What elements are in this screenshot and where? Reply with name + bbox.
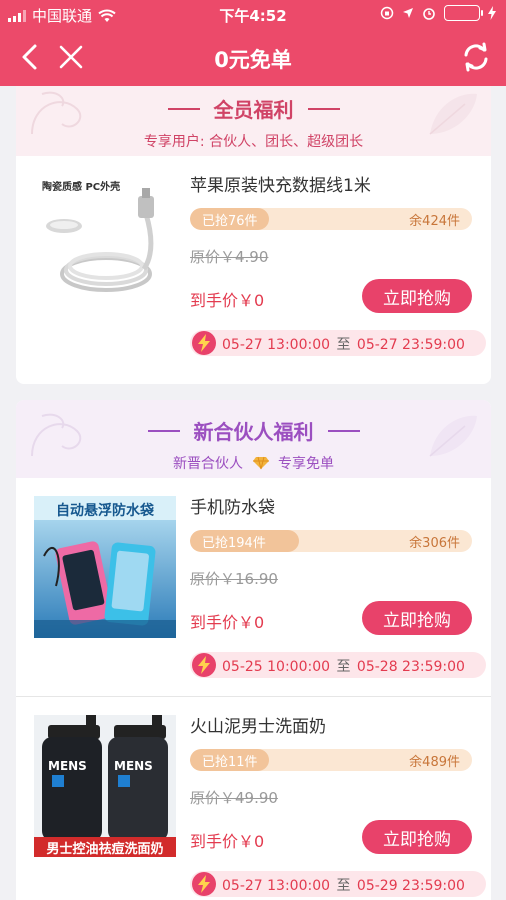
buy-now-button[interactable]: 立即抢购 xyxy=(362,279,472,313)
section-header: 新合伙人福利 新晋合伙人 专享免单 xyxy=(16,400,491,478)
section-card-new-partner: 新合伙人福利 新晋合伙人 专享免单 自动悬浮防水袋 手机防水袋 已抢194件 余… xyxy=(16,400,491,900)
battery-icon xyxy=(444,5,483,21)
decorative-swirl-icon xyxy=(31,91,82,135)
sold-count: 已抢194件 xyxy=(202,536,266,551)
section-card-all-members: 全员福利 专享用户: 合伙人、团长、超级团长 陶瓷质感 PC外壳 苹果原装快充数… xyxy=(16,86,491,384)
charging-icon xyxy=(488,6,496,20)
buy-now-button[interactable]: 立即抢购 xyxy=(362,820,472,854)
product-item[interactable]: 陶瓷质感 PC外壳 苹果原装快充数据线1米 已抢76件 余424件 原价￥4.9… xyxy=(16,156,491,374)
alarm-icon xyxy=(423,8,435,20)
location-icon xyxy=(403,8,413,18)
remaining-count: 余306件 xyxy=(409,536,460,551)
original-price: 原价￥4.90 xyxy=(190,248,269,266)
remaining-count: 余424件 xyxy=(409,214,460,229)
product-item[interactable]: 自动悬浮防水袋 手机防水袋 已抢194件 余306件 原价￥16.90 到手价￥… xyxy=(16,478,491,696)
brand-label: MENS xyxy=(114,759,153,773)
decorative-leaf-icon xyxy=(429,93,477,135)
title-dash xyxy=(327,429,360,432)
time-separator: 至 xyxy=(336,878,351,894)
diamond-icon xyxy=(252,456,269,470)
section-header: 全员福利 专享用户: 合伙人、团长、超级团长 xyxy=(16,86,491,156)
start-time: 05-27 13:00:00 xyxy=(222,337,331,353)
sold-count: 已抢76件 xyxy=(202,214,258,229)
end-time: 05-27 23:59:00 xyxy=(356,337,465,353)
section-subtitle-right: 专享免单 xyxy=(277,456,334,472)
product-name: 苹果原装快充数据线1米 xyxy=(190,176,371,196)
original-price: 原价￥49.90 xyxy=(190,789,278,807)
image-caption: 自动悬浮防水袋 xyxy=(56,503,154,519)
stock-progress: 已抢194件 余306件 xyxy=(190,530,472,552)
buy-now-button[interactable]: 立即抢购 xyxy=(362,601,472,635)
section-subtitle-left: 新晋合伙人 xyxy=(173,456,244,472)
product-item[interactable]: MENS MENS 男士控油祛痘洗面奶 火山泥男士洗面奶 已抢11件 余489件… xyxy=(16,696,491,900)
title-dash xyxy=(307,107,340,110)
image-caption: 男士控油祛痘洗面奶 xyxy=(46,842,164,857)
time-separator: 至 xyxy=(336,659,351,675)
lightning-icon xyxy=(192,653,216,677)
time-separator: 至 xyxy=(336,337,351,353)
product-image[interactable]: 陶瓷质感 PC外壳 xyxy=(34,174,176,316)
section-title: 全员福利 xyxy=(213,98,294,122)
lightning-icon xyxy=(192,872,216,896)
lightning-icon xyxy=(192,331,216,355)
final-price: 到手价￥0 xyxy=(190,832,265,851)
section-title: 新合伙人福利 xyxy=(193,420,314,444)
page-content[interactable]: 全员福利 专享用户: 合伙人、团长、超级团长 陶瓷质感 PC外壳 苹果原装快充数… xyxy=(0,86,506,900)
decorative-swirl-icon xyxy=(31,413,82,457)
stock-progress: 已抢76件 余424件 xyxy=(190,208,472,230)
product-name: 火山泥男士洗面奶 xyxy=(190,717,326,737)
nav-bar: 0元免单 xyxy=(0,30,506,86)
product-image[interactable]: MENS MENS 男士控油祛痘洗面奶 xyxy=(34,715,176,857)
title-dash xyxy=(147,429,180,432)
start-time: 05-25 10:00:00 xyxy=(222,659,331,675)
title-dash xyxy=(167,107,200,110)
page-title: 0元免单 xyxy=(214,48,292,72)
face-wash-image xyxy=(34,715,176,857)
rotation-lock-icon xyxy=(380,6,394,20)
remaining-count: 余489件 xyxy=(409,755,460,770)
start-time: 05-27 13:00:00 xyxy=(222,878,331,894)
image-caption: 陶瓷质感 PC外壳 xyxy=(42,182,121,193)
original-price: 原价￥16.90 xyxy=(190,570,278,588)
end-time: 05-29 23:59:00 xyxy=(356,878,465,894)
cable-image xyxy=(34,174,176,316)
sale-time-range: 05-25 10:00:00 至 05-28 23:59:00 xyxy=(190,652,486,678)
end-time: 05-28 23:59:00 xyxy=(356,659,465,675)
sold-count: 已抢11件 xyxy=(202,755,258,770)
final-price: 到手价￥0 xyxy=(190,291,265,310)
brand-label: MENS xyxy=(48,759,87,773)
sale-time-range: 05-27 13:00:00 至 05-29 23:59:00 xyxy=(190,871,486,897)
refresh-icon[interactable] xyxy=(460,41,492,73)
product-image[interactable]: 自动悬浮防水袋 xyxy=(34,496,176,638)
decorative-leaf-icon xyxy=(429,415,477,457)
stock-progress: 已抢11件 余489件 xyxy=(190,749,472,771)
final-price: 到手价￥0 xyxy=(190,613,265,632)
status-bar: 中国联通 下午4:52 xyxy=(0,0,506,30)
sale-time-range: 05-27 13:00:00 至 05-27 23:59:00 xyxy=(190,330,486,356)
product-name: 手机防水袋 xyxy=(190,498,275,518)
